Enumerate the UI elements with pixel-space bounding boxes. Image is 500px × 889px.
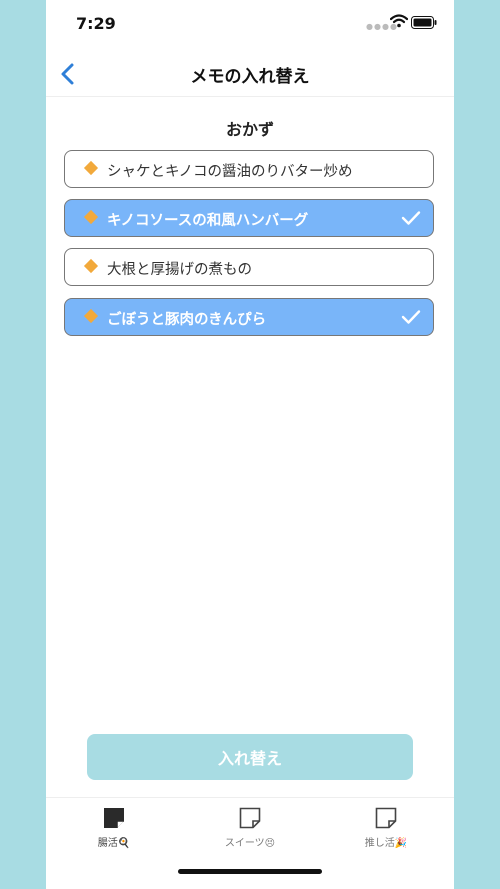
tab-sweets[interactable]: スイーツ😣 [200, 806, 300, 866]
section-title: おかず [225, 120, 274, 139]
home-indicator [178, 869, 322, 874]
diamond-icon [83, 308, 99, 324]
item-label: ごぼうと豚肉のきんぴら [107, 312, 267, 328]
diamond-icon [83, 258, 99, 274]
page-title: メモの入れ替え [190, 67, 310, 87]
checkmark-icon [401, 310, 421, 324]
note-icon [375, 807, 397, 829]
diamond-icon [83, 160, 99, 176]
tab-bar: 腸活🍳 スイーツ😣 推し活🎉 [46, 797, 454, 889]
navigation-bar: メモの入れ替え [46, 50, 454, 97]
status-bar: 7:29 ●●●● [46, 0, 454, 48]
phone-screen: 7:29 ●●●● メモの入れ替え おかず シャケとキノコの醤油のりバター炒め … [46, 0, 454, 889]
wifi-icon [390, 14, 408, 28]
list-item[interactable]: ごぼうと豚肉のきんぴら [64, 298, 434, 336]
list-item[interactable]: キノコソースの和風ハンバーグ [64, 199, 434, 237]
tab-oshi[interactable]: 推し活🎉 [336, 806, 436, 866]
status-time: 7:29 [76, 14, 116, 33]
note-icon [104, 808, 124, 828]
item-label: 大根と厚揚げの煮もの [107, 262, 252, 278]
list-item[interactable]: シャケとキノコの醤油のりバター炒め [64, 150, 434, 188]
swap-button[interactable]: 入れ替え [87, 734, 413, 780]
item-label: キノコソースの和風ハンバーグ [107, 213, 309, 229]
tab-gut[interactable]: 腸活🍳 [64, 806, 164, 866]
battery-icon [411, 16, 437, 29]
tab-label: 腸活🍳 [97, 838, 131, 849]
checkmark-icon [401, 211, 421, 225]
item-label: シャケとキノコの醤油のりバター炒め [107, 164, 353, 180]
tab-label: 推し活🎉 [364, 838, 408, 849]
tab-label: スイーツ😣 [224, 838, 276, 849]
note-icon [239, 807, 261, 829]
diamond-icon [83, 209, 99, 225]
list-item[interactable]: 大根と厚揚げの煮もの [64, 248, 434, 286]
